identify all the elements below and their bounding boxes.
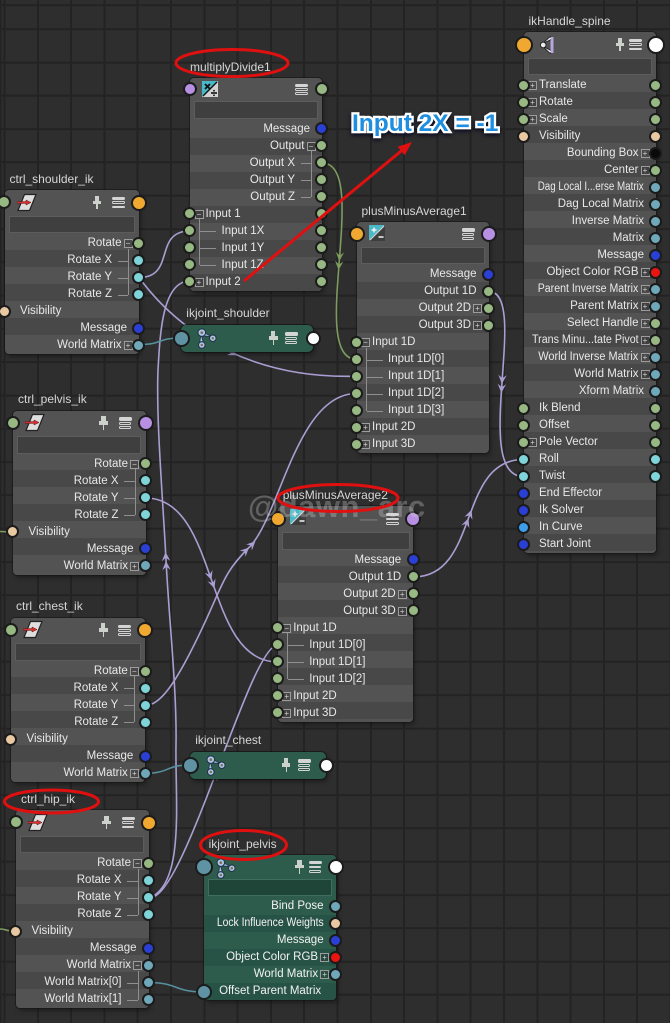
svg-text:Input 2X = -1: Input 2X = -1	[352, 110, 498, 137]
